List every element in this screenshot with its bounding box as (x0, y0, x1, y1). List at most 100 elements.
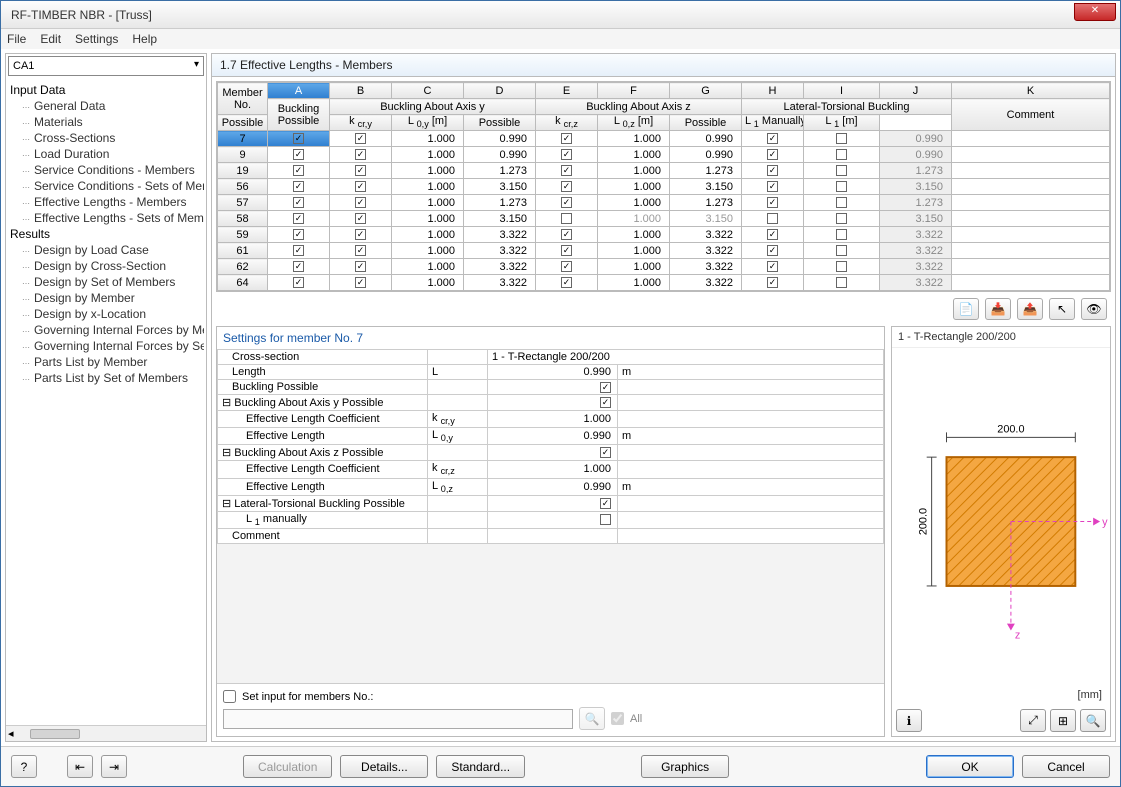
checkbox-icon[interactable] (767, 229, 778, 240)
grid-cell[interactable] (268, 147, 330, 163)
grid-cell[interactable]: 1.273 (880, 195, 952, 211)
grid-cell[interactable] (742, 147, 804, 163)
grid-cell[interactable]: 1.273 (670, 195, 742, 211)
checkbox-icon[interactable] (293, 213, 304, 224)
grid-cell[interactable] (268, 211, 330, 227)
grid-cell[interactable]: 1.000 (598, 163, 670, 179)
grid-cell[interactable] (804, 259, 880, 275)
grid-cell[interactable] (268, 163, 330, 179)
grid-cell[interactable] (742, 211, 804, 227)
details-button[interactable]: Details... (340, 755, 428, 778)
grid-cell[interactable] (268, 275, 330, 291)
col-group-lt[interactable]: Lateral-Torsional Buckling (742, 99, 952, 115)
grid-cell[interactable]: 3.322 (880, 259, 952, 275)
grid-cell[interactable] (536, 211, 598, 227)
tree-item[interactable]: Service Conditions - Sets of Mem (8, 178, 204, 194)
menu-edit[interactable]: Edit (40, 32, 61, 46)
col-D[interactable]: L 0,y [m] (392, 115, 464, 131)
col-C[interactable]: k cr,y (330, 115, 392, 131)
col-G[interactable]: L 0,z [m] (598, 115, 670, 131)
checkbox-icon[interactable] (836, 229, 847, 240)
checkbox-icon[interactable] (355, 245, 366, 256)
col-letter[interactable]: C (392, 83, 464, 99)
grid-cell[interactable] (952, 147, 1110, 163)
pick-members-button[interactable]: 🔍 (579, 707, 605, 730)
grid-cell[interactable] (536, 163, 598, 179)
grid-cell[interactable]: 1.000 (598, 195, 670, 211)
grid-cell[interactable]: 1.000 (598, 227, 670, 243)
grid-cell[interactable]: 61 (218, 243, 268, 259)
grid-cell[interactable]: 7 (218, 131, 268, 147)
grid-cell[interactable] (536, 147, 598, 163)
grid-cell[interactable] (536, 259, 598, 275)
tree-item[interactable]: Cross-Sections (8, 130, 204, 146)
checkbox-icon[interactable] (767, 261, 778, 272)
tree-item[interactable]: General Data (8, 98, 204, 114)
checkbox-icon[interactable] (355, 197, 366, 208)
grid-cell[interactable]: 1.000 (392, 211, 464, 227)
grid-cell[interactable]: 0.990 (670, 147, 742, 163)
grid-cell[interactable]: 58 (218, 211, 268, 227)
grid-cell[interactable] (804, 163, 880, 179)
grid-cell[interactable]: 3.322 (880, 227, 952, 243)
grid-cell[interactable]: 3.322 (670, 259, 742, 275)
grid-cell[interactable] (330, 163, 392, 179)
col-H[interactable]: Possible (670, 115, 742, 131)
grid-cell[interactable] (268, 243, 330, 259)
checkbox-icon[interactable] (767, 213, 778, 224)
view-button[interactable]: 👁 (1081, 298, 1107, 320)
col-letter[interactable]: I (804, 83, 880, 99)
grid-cell[interactable] (742, 195, 804, 211)
grid-cell[interactable]: 1.000 (392, 195, 464, 211)
info-button[interactable]: ℹ (896, 709, 922, 732)
checkbox-icon[interactable] (355, 133, 366, 144)
grid-cell[interactable]: 1.000 (598, 179, 670, 195)
grid-cell[interactable] (536, 243, 598, 259)
grid-cell[interactable] (268, 179, 330, 195)
grid-cell[interactable] (330, 243, 392, 259)
grid-cell[interactable]: 3.150 (880, 211, 952, 227)
standard-button[interactable]: Standard... (436, 755, 525, 778)
checkbox-icon[interactable] (561, 229, 572, 240)
grid-cell[interactable] (952, 243, 1110, 259)
grid-cell[interactable] (742, 163, 804, 179)
col-letter[interactable]: B (330, 83, 392, 99)
grid-cell[interactable]: 64 (218, 275, 268, 291)
grid-cell[interactable]: 3.322 (880, 243, 952, 259)
col-letter[interactable]: H (742, 83, 804, 99)
detail-table[interactable]: Cross-section1 - T-Rectangle 200/200 Len… (217, 349, 884, 544)
grid-cell[interactable]: 3.322 (464, 275, 536, 291)
checkbox-icon[interactable] (293, 133, 304, 144)
grid-cell[interactable]: 1.000 (598, 131, 670, 147)
grid-cell[interactable] (952, 131, 1110, 147)
checkbox-icon[interactable] (767, 181, 778, 192)
grid-cell[interactable]: 3.150 (464, 211, 536, 227)
excel-export-button[interactable]: 📤 (1017, 298, 1043, 320)
checkbox-icon[interactable] (767, 245, 778, 256)
checkbox-icon[interactable] (293, 261, 304, 272)
tree-group-input[interactable]: Input Data (8, 82, 204, 98)
grid-cell[interactable]: 3.322 (670, 227, 742, 243)
menu-help[interactable]: Help (132, 32, 157, 46)
tree-item[interactable]: Design by Cross-Section (8, 258, 204, 274)
grid-cell[interactable]: 1.000 (392, 163, 464, 179)
grid-cell[interactable] (268, 259, 330, 275)
grid-cell[interactable] (330, 227, 392, 243)
grid-cell[interactable] (268, 227, 330, 243)
checkbox-icon[interactable] (836, 149, 847, 160)
col-letter[interactable]: J (880, 83, 952, 99)
checkbox-icon[interactable] (561, 213, 572, 224)
checkbox-icon[interactable] (767, 165, 778, 176)
checkbox-icon[interactable] (293, 245, 304, 256)
graphics-button[interactable]: Graphics (641, 755, 729, 778)
grid-cell[interactable]: 1.000 (598, 147, 670, 163)
checkbox-icon[interactable] (767, 197, 778, 208)
checkbox-icon[interactable] (561, 277, 572, 288)
tree-item[interactable]: Parts List by Member (8, 354, 204, 370)
grid-cell[interactable]: 1.000 (598, 275, 670, 291)
checkbox-icon[interactable] (600, 447, 611, 458)
grid-cell[interactable]: 1.000 (392, 147, 464, 163)
grid-cell[interactable]: 3.322 (464, 243, 536, 259)
grid-cell[interactable]: 9 (218, 147, 268, 163)
checkbox-icon[interactable] (600, 514, 611, 525)
